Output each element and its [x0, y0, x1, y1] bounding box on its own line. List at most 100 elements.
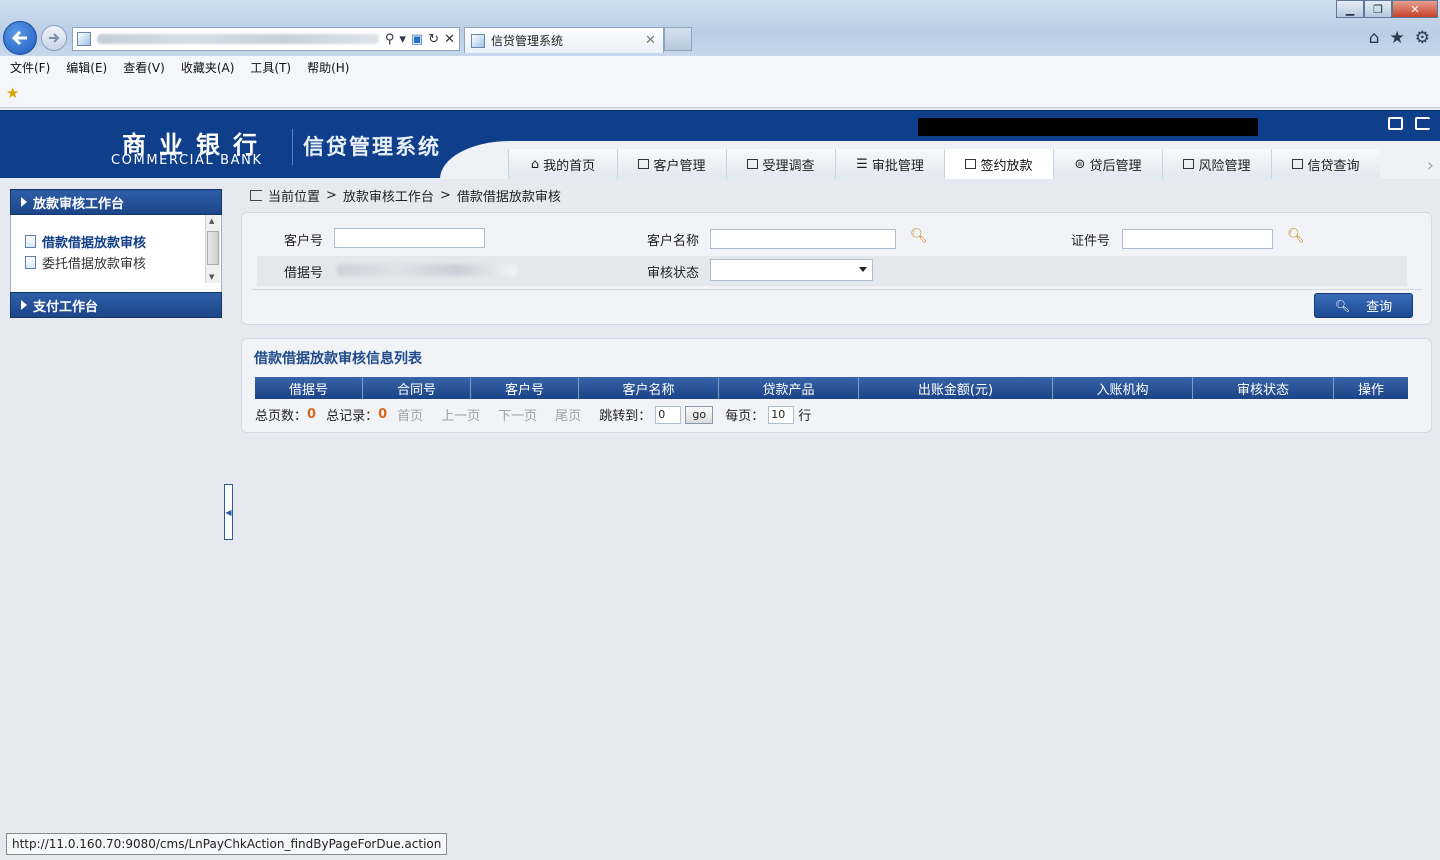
customer-search-icon[interactable]: 🔍︎ — [910, 228, 928, 244]
sidebar-group-label: 放款审核工作台 — [33, 196, 125, 212]
sidebar-item-label: 借款借据放款审核 — [42, 236, 147, 251]
chevron-down-icon — [859, 267, 867, 272]
nav-tab-label: 审批管理 — [871, 158, 924, 174]
search-icon[interactable]: ⚲ — [385, 32, 395, 47]
sidebar-collapse-handle[interactable]: ◀ — [224, 484, 233, 540]
id-no-input[interactable] — [1122, 229, 1273, 249]
nav-tab-approval[interactable]: ☰ 审批管理 — [835, 149, 944, 179]
tools-gear-icon[interactable]: ⚙ — [1415, 28, 1430, 48]
search-panel: 客户号 客户名称 🔍︎ 证件号 🔍︎ 借据号 审核状态 🔍︎ 查询 — [241, 212, 1432, 325]
breadcrumb-level2: 借款借据放款审核 — [456, 190, 561, 205]
main-nav: ⌂ 我的首页 客户管理 受理调查 ☰ 审批管理 签约放款 ⊜ 贷后管理 风险管理 信贷… — [508, 149, 1380, 179]
contract-icon — [965, 159, 977, 169]
status-label: 审核状态 — [647, 266, 700, 281]
location-icon — [250, 190, 262, 201]
query-button-label: 查询 — [1366, 300, 1393, 315]
address-bar[interactable]: ⚲ ▾ ▣ ↻ ✕ — [72, 27, 460, 51]
column-header[interactable]: 操作 — [1334, 377, 1408, 399]
monitor-icon[interactable] — [1388, 117, 1403, 130]
column-header[interactable]: 客户号 — [471, 377, 579, 399]
menu-tools[interactable]: 工具(T) — [250, 59, 291, 76]
menu-favorites[interactable]: 收藏夹(A) — [181, 59, 235, 76]
refresh-icon[interactable]: ↻ — [428, 32, 439, 47]
customer-name-input[interactable] — [710, 229, 896, 249]
tab-close-icon[interactable]: ✕ — [645, 33, 663, 48]
row-unit-label: 行 — [798, 409, 812, 424]
nav-tab-post-loan[interactable]: ⊜ 贷后管理 — [1053, 149, 1162, 179]
nav-scroll-right-icon[interactable]: › — [1427, 155, 1434, 176]
table-header: 借据号 合同号 客户号 客户名称 贷款产品 出账金额(元) 入账机构 审核状态 … — [255, 377, 1408, 399]
sidebar-group-payment[interactable]: 支付工作台 — [10, 292, 222, 318]
nav-tab-home[interactable]: ⌂ 我的首页 — [508, 149, 617, 179]
back-button[interactable] — [3, 21, 37, 55]
go-button[interactable]: go — [685, 405, 714, 424]
receipt-no-label: 借据号 — [284, 266, 324, 281]
per-page-input[interactable]: 10 — [768, 405, 795, 424]
document-icon — [25, 256, 36, 269]
menu-view[interactable]: 查看(V) — [123, 59, 165, 76]
column-header[interactable]: 出账金额(元) — [859, 377, 1053, 399]
logout-icon[interactable] — [1415, 117, 1430, 130]
nav-tab-label: 贷后管理 — [1089, 158, 1142, 174]
nav-tab-label: 签约放款 — [980, 158, 1033, 174]
nav-tab-label: 我的首页 — [543, 158, 596, 174]
stop-icon[interactable]: ✕ — [444, 32, 455, 47]
sidebar: 放款审核工作台 借款借据放款审核 委托借据放款审核 ▲ ▼ 支付工作台 — [10, 189, 222, 318]
add-favorite-icon[interactable]: ★ — [6, 84, 19, 102]
column-header[interactable]: 审核状态 — [1193, 377, 1334, 399]
breadcrumb-label: 当前位置 — [268, 190, 321, 205]
column-header[interactable]: 贷款产品 — [719, 377, 859, 399]
restore-button[interactable]: ❐ — [1364, 0, 1392, 18]
column-header[interactable]: 借据号 — [255, 377, 363, 399]
breadcrumb-separator: > — [439, 188, 451, 203]
customer-no-input[interactable] — [334, 228, 485, 248]
column-header[interactable]: 合同号 — [363, 377, 471, 399]
scroll-thumb[interactable] — [207, 231, 219, 265]
sidebar-item-label: 委托借据放款审核 — [42, 257, 147, 272]
dropdown-icon[interactable]: ▾ — [399, 32, 406, 47]
pager: 总页数： 0 总记录： 0 首页 上一页 下一页 尾页 跳转到： 0 go 每页… — [255, 405, 811, 424]
menu-file[interactable]: 文件(F) — [10, 59, 50, 76]
browser-tab[interactable]: 信贷管理系统 ✕ — [464, 27, 664, 53]
jump-page-input[interactable]: 0 — [655, 405, 682, 424]
nav-tab-survey[interactable]: 受理调查 — [726, 149, 835, 179]
nav-tab-customer[interactable]: 客户管理 — [617, 149, 726, 179]
sidebar-group-loan-audit[interactable]: 放款审核工作台 — [10, 189, 222, 215]
scroll-down-icon[interactable]: ▼ — [209, 273, 214, 281]
compat-view-icon[interactable]: ▣ — [411, 32, 423, 47]
arrow-right-icon — [49, 33, 60, 43]
breadcrumb-level1[interactable]: 放款审核工作台 — [343, 186, 434, 205]
column-header[interactable]: 客户名称 — [579, 377, 719, 399]
forward-button[interactable] — [41, 25, 67, 51]
query-button[interactable]: 🔍︎ 查询 — [1314, 293, 1413, 318]
favorites-star-icon[interactable]: ★ — [1390, 28, 1405, 48]
nav-tab-risk[interactable]: 风险管理 — [1162, 149, 1271, 179]
sidebar-item-entrusted-receipt-audit[interactable]: 委托借据放款审核 — [25, 252, 221, 273]
minimize-button[interactable]: ▁ — [1336, 0, 1364, 18]
sidebar-item-loan-receipt-audit[interactable]: 借款借据放款审核 — [25, 231, 221, 252]
new-tab-button[interactable] — [664, 27, 692, 51]
receipt-no-input-redacted[interactable] — [337, 264, 517, 276]
bank-logo-en: COMMERCIAL BANK — [111, 153, 263, 168]
home-icon[interactable]: ⌂ — [1369, 28, 1380, 48]
jump-label: 跳转到： — [599, 409, 652, 424]
sidebar-scrollbar[interactable]: ▲ ▼ — [205, 215, 220, 283]
close-window-button[interactable]: ✕ — [1392, 0, 1438, 18]
menu-help[interactable]: 帮助(H) — [307, 59, 349, 76]
id-no-label: 证件号 — [1071, 234, 1111, 249]
menu-edit[interactable]: 编辑(E) — [66, 59, 107, 76]
last-page-link[interactable]: 尾页 — [555, 405, 581, 424]
nav-tab-query[interactable]: 信贷查询 — [1271, 149, 1380, 179]
address-url-redacted — [97, 34, 379, 44]
total-records-value: 0 — [378, 407, 388, 422]
nav-tab-contract-loan[interactable]: 签约放款 — [944, 149, 1053, 179]
first-page-link[interactable]: 首页 — [397, 405, 423, 424]
status-select[interactable] — [710, 259, 873, 281]
prev-page-link[interactable]: 上一页 — [441, 405, 480, 424]
column-header[interactable]: 入账机构 — [1053, 377, 1193, 399]
scroll-up-icon[interactable]: ▲ — [209, 217, 214, 225]
id-search-icon[interactable]: 🔍︎ — [1287, 228, 1305, 244]
page-favicon-icon — [77, 32, 91, 46]
customer-name-label: 客户名称 — [647, 234, 700, 249]
next-page-link[interactable]: 下一页 — [498, 405, 537, 424]
